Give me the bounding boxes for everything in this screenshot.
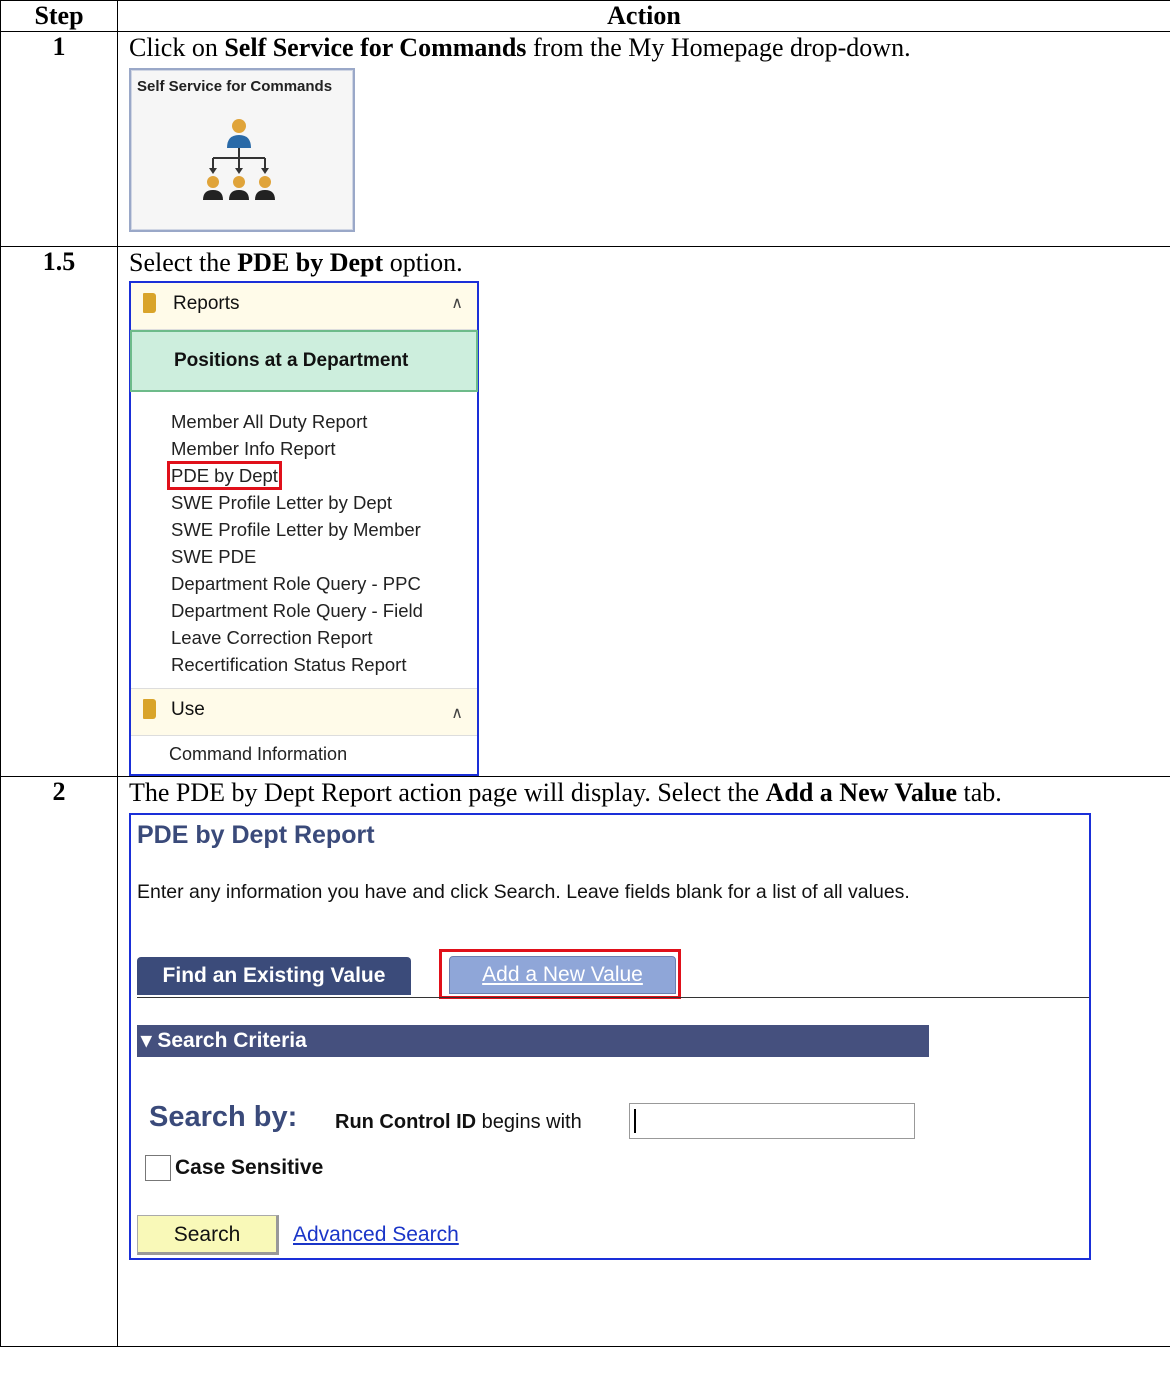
nav-item-pde-by-dept[interactable]: PDE by Dept [167,461,477,490]
nav-item[interactable]: Member Info Report [171,435,477,462]
table-row: 1.5 Select the PDE by Dept option. Repor… [0,246,1170,777]
nav-item[interactable]: Department Role Query - Field [171,597,477,624]
nav-item[interactable]: SWE Profile Letter by Dept [171,489,477,516]
run-control-label: Run Control ID begins with [335,1111,582,1133]
nav-item[interactable]: Department Role Query - PPC [171,570,477,597]
page-title: PDE by Dept Report [137,821,375,849]
step-action: Select the PDE by Dept option. Reports ∧… [117,246,1170,777]
nav-item-list: Member All Duty Report Member Info Repor… [131,392,477,688]
header-row: Step Action [0,0,1170,32]
step-number: 1 [0,31,118,247]
tab-find-existing-value[interactable]: Find an Existing Value [137,957,411,995]
text-cursor [634,1109,636,1133]
nav-item[interactable]: Leave Correction Report [171,624,477,651]
highlight-box [439,949,681,999]
chevron-up-icon[interactable]: ∧ [451,703,463,723]
nav-item[interactable]: Recertification Status Report [171,651,477,678]
reports-section-header[interactable]: Reports ∧ [131,283,477,330]
search-criteria-header[interactable]: ▾ Search Criteria [137,1025,929,1057]
step-number: 1.5 [0,246,118,777]
nav-item[interactable]: SWE Profile Letter by Member [171,516,477,543]
table-row: 2 The PDE by Dept Report action page wil… [0,776,1170,1347]
chevron-up-icon[interactable]: ∧ [451,293,463,313]
self-service-tile[interactable]: Self Service for Commands [129,68,355,232]
step-instruction: Select the PDE by Dept option. [129,248,463,277]
search-button[interactable]: Search [137,1215,279,1255]
folder-icon [143,293,156,313]
pde-report-page: PDE by Dept Report Enter any information… [129,813,1091,1260]
folder-icon [143,699,156,719]
tile-title: Self Service for Commands [137,78,333,95]
tab-divider [137,997,1089,998]
page-instructions: Enter any information you have and click… [137,881,910,903]
step-action: The PDE by Dept Report action page will … [117,776,1170,1347]
nav-item[interactable]: Member All Duty Report [171,408,477,435]
search-by-label: Search by: [149,1101,298,1133]
org-chart-icon [203,119,275,200]
section-label: Use [171,699,205,720]
case-sensitive-label: Case Sensitive [175,1156,324,1179]
nav-selected-item[interactable]: Positions at a Department [130,330,478,392]
step-instruction: The PDE by Dept Report action page will … [129,778,1002,807]
table-row: 1 Click on Self Service for Commands fro… [0,31,1170,247]
step-number: 2 [0,776,118,1347]
nav-item-command-information[interactable]: Command Information [131,736,477,765]
reports-nav-panel: Reports ∧ Positions at a Department Memb… [129,281,479,776]
header-step: Step [0,0,118,32]
step-action: Click on Self Service for Commands from … [117,31,1170,247]
section-label: Reports [173,293,240,314]
run-control-id-input[interactable] [629,1103,915,1139]
step-instruction: Click on Self Service for Commands from … [129,33,911,62]
steps-table: Step Action 1 Click on Self Service for … [0,0,1170,1347]
header-action: Action [117,0,1170,32]
use-section-header[interactable]: Use ∧ [131,688,477,736]
nav-item[interactable]: SWE PDE [171,543,477,570]
case-sensitive-checkbox[interactable] [145,1155,171,1181]
advanced-search-link[interactable]: Advanced Search [293,1223,459,1247]
